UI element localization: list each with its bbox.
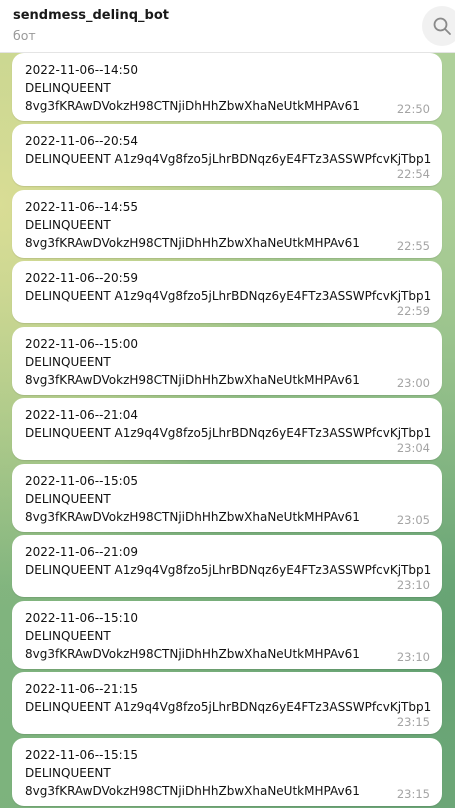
message-text: 8vg3fKRAwDVokzH98CTNjiDhHhZbwXhaNeUtkMHP… — [25, 510, 360, 524]
message-list[interactable]: 2022-11-06--14:50 DELINQUEENT 8vg3fKRAwD… — [0, 53, 455, 808]
message-bubble[interactable]: 2022-11-06--21:09 DELINQUEENT A1z9q4Vg8f… — [12, 535, 442, 597]
chat-title[interactable]: sendmess_delinq_bot — [13, 8, 169, 23]
message-text: DELINQUEENT A1z9q4Vg8fzo5jLhrBDNqz6yE4FT… — [25, 563, 432, 577]
message-date: 2022-11-06--15:00 — [25, 337, 138, 351]
message-date: 2022-11-06--21:04 — [25, 408, 138, 422]
message-text: 8vg3fKRAwDVokzH98CTNjiDhHhZbwXhaNeUtkMHP… — [25, 373, 360, 387]
message-text: 8vg3fKRAwDVokzH98CTNjiDhHhZbwXhaNeUtkMHP… — [25, 99, 360, 113]
search-button[interactable] — [422, 6, 455, 46]
message-text: DELINQUEENT A1z9q4Vg8fzo5jLhrBDNqz6yE4FT… — [25, 700, 432, 714]
message-time: 23:10 — [396, 650, 430, 664]
message-bubble[interactable]: 2022-11-06--15:00 DELINQUEENT 8vg3fKRAwD… — [12, 327, 442, 395]
message-date: 2022-11-06--15:05 — [25, 474, 138, 488]
message-time: 23:10 — [396, 578, 430, 592]
message-bubble[interactable]: 2022-11-06--14:55 DELINQUEENT 8vg3fKRAwD… — [12, 190, 442, 258]
message-date: 2022-11-06--21:15 — [25, 682, 138, 696]
message-bubble[interactable]: 2022-11-06--15:10 DELINQUEENT 8vg3fKRAwD… — [12, 601, 442, 669]
message-text: 8vg3fKRAwDVokzH98CTNjiDhHhZbwXhaNeUtkMHP… — [25, 647, 360, 661]
message-date: 2022-11-06--20:54 — [25, 134, 138, 148]
message-text: DELINQUEENT — [25, 81, 111, 95]
message-time: 23:04 — [396, 441, 430, 455]
message-text: DELINQUEENT — [25, 629, 111, 643]
message-date: 2022-11-06--15:15 — [25, 748, 138, 762]
message-date: 2022-11-06--20:59 — [25, 271, 138, 285]
message-bubble[interactable]: 2022-11-06--21:15 DELINQUEENT A1z9q4Vg8f… — [12, 672, 442, 734]
message-text: DELINQUEENT — [25, 218, 111, 232]
message-text: DELINQUEENT — [25, 355, 111, 369]
message-text: DELINQUEENT — [25, 766, 111, 780]
chat-header: sendmess_delinq_bot бот — [0, 0, 455, 53]
message-bubble[interactable]: 2022-11-06--15:15 DELINQUEENT 8vg3fKRAwD… — [12, 738, 442, 806]
message-date: 2022-11-06--21:09 — [25, 545, 138, 559]
message-text: DELINQUEENT A1z9q4Vg8fzo5jLhrBDNqz6yE4FT… — [25, 152, 432, 166]
message-time: 22:50 — [396, 102, 430, 116]
message-date: 2022-11-06--14:50 — [25, 63, 138, 77]
message-date: 2022-11-06--15:10 — [25, 611, 138, 625]
message-text: DELINQUEENT A1z9q4Vg8fzo5jLhrBDNqz6yE4FT… — [25, 426, 432, 440]
message-time: 22:54 — [396, 167, 430, 181]
message-bubble[interactable]: 2022-11-06--20:54 DELINQUEENT A1z9q4Vg8f… — [12, 124, 442, 186]
message-text: DELINQUEENT — [25, 492, 111, 506]
message-time: 23:15 — [396, 715, 430, 729]
message-time: 23:00 — [396, 376, 430, 390]
message-time: 23:05 — [396, 513, 430, 527]
message-bubble[interactable]: 2022-11-06--20:59 DELINQUEENT A1z9q4Vg8f… — [12, 261, 442, 323]
message-bubble[interactable]: 2022-11-06--14:50 DELINQUEENT 8vg3fKRAwD… — [12, 53, 442, 121]
message-bubble[interactable]: 2022-11-06--21:04 DELINQUEENT A1z9q4Vg8f… — [12, 398, 442, 460]
search-icon — [433, 17, 451, 35]
message-text: 8vg3fKRAwDVokzH98CTNjiDhHhZbwXhaNeUtkMHP… — [25, 784, 360, 798]
message-time: 22:55 — [396, 239, 430, 253]
message-time: 22:59 — [396, 304, 430, 318]
message-bubble[interactable]: 2022-11-06--15:05 DELINQUEENT 8vg3fKRAwD… — [12, 464, 442, 532]
chat-subtitle: бот — [13, 28, 36, 43]
message-time: 23:15 — [396, 787, 430, 801]
message-text: DELINQUEENT A1z9q4Vg8fzo5jLhrBDNqz6yE4FT… — [25, 289, 432, 303]
message-text: 8vg3fKRAwDVokzH98CTNjiDhHhZbwXhaNeUtkMHP… — [25, 236, 360, 250]
message-date: 2022-11-06--14:55 — [25, 200, 138, 214]
